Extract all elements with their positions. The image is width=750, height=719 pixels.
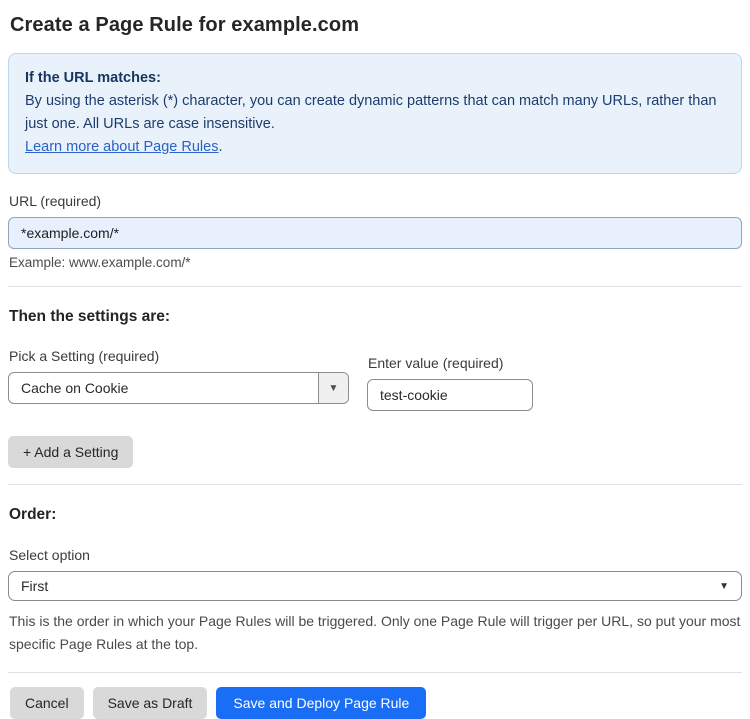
- settings-section-heading: Then the settings are:: [9, 308, 171, 325]
- url-field-hint: Example: www.example.com/*: [9, 255, 191, 270]
- info-box-link-line: Learn more about Page Rules.: [25, 136, 725, 159]
- info-box-body: By using the asterisk (*) character, you…: [25, 93, 717, 132]
- order-select-label: Select option: [9, 547, 90, 563]
- footer-button-row: Cancel Save as Draft Save and Deploy Pag…: [8, 687, 742, 719]
- chevron-down-icon: ▼: [328, 382, 339, 394]
- divider: [8, 672, 742, 673]
- url-match-info-box: If the URL matches: By using the asteris…: [8, 53, 742, 174]
- url-field-label: URL (required): [9, 193, 102, 209]
- order-help-text: This is the order in which your Page Rul…: [9, 613, 741, 652]
- settings-row: Pick a Setting (required) Cache on Cooki…: [8, 348, 742, 411]
- order-select[interactable]: First ▼: [8, 571, 742, 601]
- setting-select-arrow-button[interactable]: ▼: [318, 373, 348, 403]
- save-and-deploy-button[interactable]: Save and Deploy Page Rule: [216, 687, 427, 719]
- page-title: Create a Page Rule for example.com: [10, 14, 360, 36]
- setting-select[interactable]: Cache on Cookie ▼: [8, 372, 349, 404]
- divider: [8, 286, 742, 287]
- save-as-draft-button[interactable]: Save as Draft: [92, 687, 208, 719]
- setting-value-column: Enter value (required): [367, 355, 533, 411]
- add-setting-button[interactable]: + Add a Setting: [8, 436, 134, 468]
- order-select-value: First: [21, 578, 49, 594]
- setting-value-input[interactable]: [367, 379, 533, 411]
- learn-more-link[interactable]: Learn more about Page Rules: [25, 139, 218, 155]
- link-suffix: .: [218, 139, 223, 155]
- info-box-heading: If the URL matches:: [25, 70, 161, 86]
- value-field-label: Enter value (required): [368, 355, 504, 371]
- divider: [8, 484, 742, 485]
- url-input[interactable]: [8, 217, 742, 249]
- setting-select-value: Cache on Cookie: [21, 380, 129, 396]
- chevron-down-icon: ▼: [719, 580, 729, 592]
- setting-select-column: Pick a Setting (required) Cache on Cooki…: [8, 348, 349, 411]
- setting-select-label: Pick a Setting (required): [9, 348, 160, 364]
- create-page-rule-form: Create a Page Rule for example.com If th…: [0, 0, 750, 719]
- cancel-button[interactable]: Cancel: [10, 687, 84, 719]
- order-section-heading: Order:: [9, 506, 57, 523]
